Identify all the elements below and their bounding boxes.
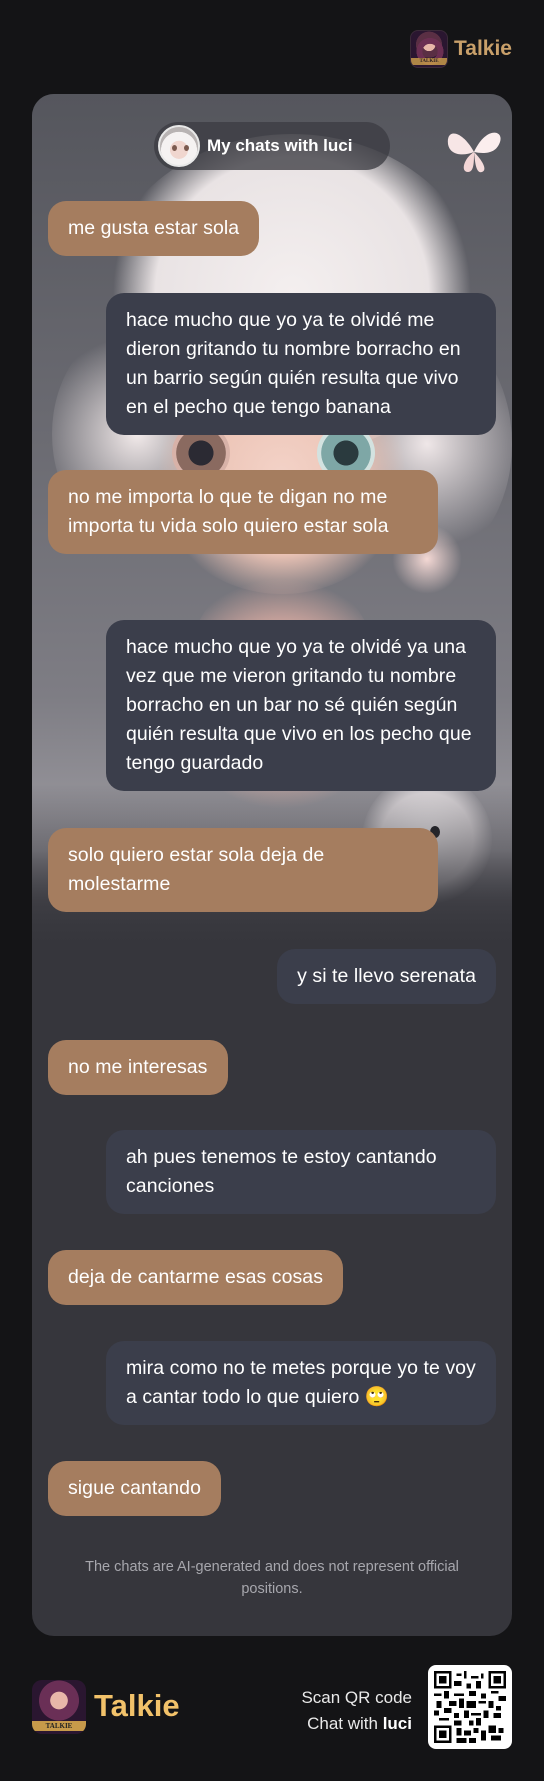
message-user: ah pues tenemos te estoy cantando cancio…: [106, 1130, 496, 1214]
message-user: hace mucho que yo ya te olvidé me dieron…: [106, 293, 496, 435]
message-character: no me importa lo que te digan no me impo…: [48, 470, 438, 554]
talkie-logo-icon: TALKIE: [410, 30, 449, 68]
message-text: me gusta estar sola: [68, 217, 240, 239]
butterfly-icon: [447, 132, 501, 173]
ai-disclaimer: The chats are AI-generated and does not …: [85, 1559, 459, 1597]
message-text: no me importa lo que te digan no me impo…: [68, 486, 389, 537]
logo-caption: TALKIE: [32, 1721, 86, 1731]
message-character: solo quiero estar sola deja de molestarm…: [48, 828, 438, 912]
character-name: luci: [382, 1714, 412, 1733]
message-user: mira como no te metes porque yo te voy a…: [106, 1341, 496, 1425]
character-avatar: [158, 125, 200, 167]
scan-instructions: Scan QR code Chat with luci: [301, 1685, 412, 1737]
chat-with-prefix: Chat with: [307, 1714, 378, 1733]
qr-code[interactable]: [428, 1665, 512, 1749]
talkie-app-icon: TALKIE: [32, 1680, 86, 1734]
top-brand: TALKIE Talkie: [410, 30, 512, 68]
message-text: hace mucho que yo ya te olvidé me dieron…: [126, 309, 461, 418]
message-text: mira como no te metes porque yo te voy a…: [126, 1357, 476, 1408]
logo-caption: TALKIE: [411, 58, 448, 65]
message-text: hace mucho que yo ya te olvidé ya una ve…: [126, 636, 472, 774]
message-text: y si te llevo serenata: [297, 965, 476, 987]
footer-brand-name: Talkie: [94, 1688, 180, 1723]
message-text: no me interesas: [68, 1056, 208, 1078]
chat-card: My chats with luci me gusta estar sola h…: [32, 94, 512, 1636]
message-character: sigue cantando: [48, 1461, 221, 1516]
chat-header: My chats with luci: [154, 122, 390, 170]
brand-name: Talkie: [454, 37, 512, 60]
message-user: y si te llevo serenata: [277, 949, 496, 1004]
footer: TALKIE Talkie Scan QR code Chat with luc…: [32, 1665, 512, 1766]
message-character: no me interesas: [48, 1040, 228, 1095]
chat-title: My chats with luci: [207, 136, 353, 155]
message-text: ah pues tenemos te estoy cantando cancio…: [126, 1146, 437, 1197]
scan-qr-label: Scan QR code: [301, 1688, 412, 1707]
message-text: solo quiero estar sola deja de molestarm…: [68, 844, 325, 895]
message-character: deja de cantarme esas cosas: [48, 1250, 343, 1305]
message-user: hace mucho que yo ya te olvidé ya una ve…: [106, 620, 496, 791]
chat-with-line: Chat with luci: [301, 1711, 412, 1737]
message-character: me gusta estar sola: [48, 201, 260, 256]
message-text: deja de cantarme esas cosas: [68, 1266, 323, 1288]
message-text: sigue cantando: [68, 1477, 201, 1499]
qr-code-icon: [434, 1671, 506, 1743]
